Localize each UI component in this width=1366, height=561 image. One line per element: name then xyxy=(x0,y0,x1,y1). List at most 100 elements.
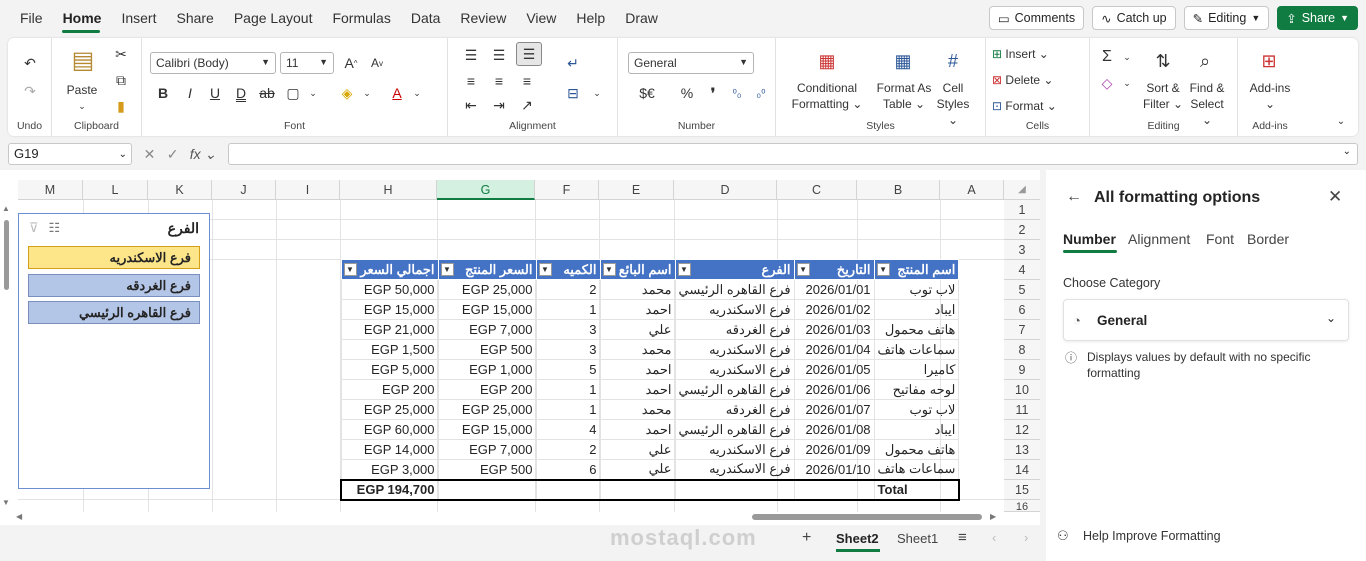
currency-icon[interactable]: $€ xyxy=(632,82,662,104)
fill-color-icon[interactable]: ◈ xyxy=(336,82,358,104)
cell-branch[interactable]: فرع الاسكندريه xyxy=(674,339,795,360)
name-box[interactable]: G19 ⌄ xyxy=(8,143,132,165)
select-all-corner[interactable]: ◢ xyxy=(1004,180,1040,200)
cell-price[interactable]: EGP 7,000 xyxy=(437,439,537,460)
column-header-h[interactable]: H xyxy=(340,180,437,200)
cancel-icon[interactable]: ✕ xyxy=(144,146,156,163)
column-header-m[interactable]: M xyxy=(18,180,83,200)
sheet-tab-sheet1[interactable]: Sheet1 xyxy=(897,531,938,546)
column-header-e[interactable]: E xyxy=(599,180,674,200)
chevron-down-icon[interactable]: ⌄ xyxy=(356,82,378,104)
cell-branch[interactable]: فرع الغردقه xyxy=(674,319,795,340)
tab-font[interactable]: Font xyxy=(1206,231,1234,247)
column-header-g[interactable]: G xyxy=(437,180,535,200)
cell-qty[interactable]: 5 xyxy=(535,359,601,380)
double-underline-icon[interactable]: D xyxy=(230,82,252,104)
decrease-indent-icon[interactable]: ⇤ xyxy=(460,94,482,116)
row-header[interactable]: 14 xyxy=(1004,460,1040,480)
cell-product[interactable]: هاتف محمول xyxy=(873,319,960,340)
cell-total[interactable]: EGP 3,000 xyxy=(340,459,439,480)
row-header[interactable]: 6 xyxy=(1004,300,1040,320)
strikethrough-icon[interactable]: ab xyxy=(256,82,278,104)
cell-empty[interactable] xyxy=(793,478,875,501)
wrap-text-icon[interactable]: ↵ xyxy=(562,52,584,74)
tab-border[interactable]: Border xyxy=(1247,231,1289,247)
header-product-price[interactable]: ▼ السعر المنتج xyxy=(437,259,537,280)
menu-insert[interactable]: Insert xyxy=(111,0,166,36)
row-header[interactable]: 8 xyxy=(1004,340,1040,360)
check-icon[interactable]: ✓ xyxy=(167,146,179,163)
add-sheet-icon[interactable]: + xyxy=(802,529,811,547)
menu-data[interactable]: Data xyxy=(401,0,451,36)
cell-seller[interactable]: احمد xyxy=(599,359,676,380)
sort-filter-button[interactable]: Sort & Filter ⌄ xyxy=(1140,80,1186,112)
catchup-button[interactable]: ∿ Catch up xyxy=(1092,6,1176,30)
cell-product[interactable]: هاتف محمول xyxy=(873,439,960,460)
cell-empty[interactable] xyxy=(437,478,537,501)
find-select-icon[interactable]: ⌕ xyxy=(1194,50,1216,72)
format-as-table-icon[interactable]: ▦ xyxy=(892,50,914,72)
next-sheet-icon[interactable]: › xyxy=(1024,530,1028,545)
cell-empty[interactable] xyxy=(535,478,601,501)
menu-view[interactable]: View xyxy=(516,0,566,36)
column-header-j[interactable]: J xyxy=(212,180,276,200)
merge-center-icon[interactable]: ⊟ xyxy=(562,82,584,104)
chevron-down-icon[interactable]: ⌄ xyxy=(586,82,608,104)
cell-total[interactable]: EGP 50,000 xyxy=(340,279,439,300)
cell-date[interactable]: 2026/01/03 xyxy=(793,319,875,340)
cell-branch[interactable]: فرع الاسكندريه xyxy=(674,439,795,460)
cell-date[interactable]: 2026/01/06 xyxy=(793,379,875,400)
column-header-f[interactable]: F xyxy=(535,180,599,200)
undo-icon[interactable]: ↶ xyxy=(19,52,41,74)
header-total-price[interactable]: ▼ اجمالي السعر xyxy=(340,259,439,280)
cell-total[interactable]: EGP 60,000 xyxy=(340,419,439,440)
slicer-item-hurghada[interactable]: فرع الغردقه xyxy=(28,274,200,297)
row-header[interactable]: 5 xyxy=(1004,280,1040,300)
align-top-icon[interactable]: ☰ xyxy=(460,44,482,66)
chevron-down-icon[interactable]: ⌄ xyxy=(406,82,428,104)
align-left-icon[interactable]: ≡ xyxy=(460,70,482,92)
filter-dropdown-icon[interactable]: ▼ xyxy=(343,263,357,276)
row-header[interactable]: 7 xyxy=(1004,320,1040,340)
cell-date[interactable]: 2026/01/02 xyxy=(793,299,875,320)
row-header[interactable]: 12 xyxy=(1004,420,1040,440)
filter-dropdown-icon[interactable]: ▼ xyxy=(876,263,890,276)
addins-button[interactable]: Add-ins ⌄ xyxy=(1242,80,1298,112)
increase-decimal-icon[interactable]: ⁰₀ xyxy=(726,82,748,104)
increase-font-icon[interactable]: A ^ xyxy=(340,52,362,74)
slicer-item-cairo[interactable]: فرع القاهره الرئيسي xyxy=(28,301,200,324)
menu-review[interactable]: Review xyxy=(450,0,516,36)
menu-formulas[interactable]: Formulas xyxy=(322,0,400,36)
menu-share[interactable]: Share xyxy=(166,0,223,36)
category-dropdown[interactable]: ◔ General ⌄ xyxy=(1063,299,1349,341)
increase-indent-icon[interactable]: ⇥ xyxy=(488,94,510,116)
share-button[interactable]: ⇪ Share ▼ xyxy=(1277,6,1358,30)
row-header[interactable]: 1 xyxy=(1004,200,1040,220)
row-header[interactable]: 15 xyxy=(1004,480,1040,500)
cell-product[interactable]: لاب توب xyxy=(873,399,960,420)
insert-cells-button[interactable]: ⊞ Insert ⌄ xyxy=(992,46,1082,62)
cell-seller[interactable]: علي xyxy=(599,439,676,460)
copy-icon[interactable]: ⧉ xyxy=(110,69,132,91)
cell-qty[interactable]: 2 xyxy=(535,279,601,300)
format-painter-icon[interactable]: ▮ xyxy=(110,95,132,117)
clear-icon[interactable]: ◇ xyxy=(1096,72,1118,94)
align-right-icon[interactable]: ≡ xyxy=(516,70,538,92)
cell-price[interactable]: EGP 7,000 xyxy=(437,319,537,340)
delete-cells-button[interactable]: ⊠ Delete ⌄ xyxy=(992,72,1082,88)
row-header[interactable]: 9 xyxy=(1004,360,1040,380)
italic-icon[interactable]: I xyxy=(179,82,201,104)
conditional-formatting-button[interactable]: Conditional Formatting ⌄ xyxy=(784,80,870,112)
row-header[interactable]: 11 xyxy=(1004,400,1040,420)
comments-button[interactable]: ▭ Comments xyxy=(988,6,1085,30)
cell-qty[interactable]: 6 xyxy=(535,459,601,480)
sheet-tab-sheet2[interactable]: Sheet2 xyxy=(836,531,879,546)
menu-draw[interactable]: Draw xyxy=(615,0,668,36)
orientation-icon[interactable]: ↗ xyxy=(516,94,538,116)
cell-price[interactable]: EGP 25,000 xyxy=(437,279,537,300)
paste-button-label[interactable]: Paste xyxy=(62,82,102,98)
cell-branch[interactable]: فرع القاهره الرئيسي xyxy=(674,419,795,440)
sort-filter-icon[interactable]: ⇅ xyxy=(1152,50,1174,72)
cell-styles-icon[interactable]: # xyxy=(942,50,964,72)
column-header-d[interactable]: D xyxy=(674,180,777,200)
